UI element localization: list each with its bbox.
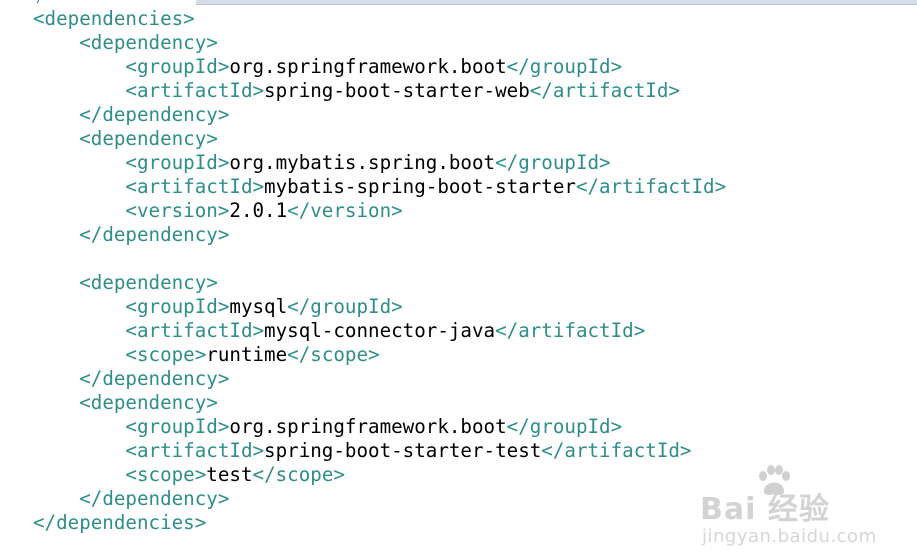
xml-tag: <artifactId> [125, 79, 265, 102]
xml-text-value: test [206, 463, 253, 486]
xml-tag: </scope> [252, 463, 345, 486]
code-line[interactable]: <groupId>org.springframework.boot</group… [33, 55, 726, 79]
xml-tag: <dependency> [79, 271, 218, 294]
xml-code-block[interactable]: <dependencies> <dependency> <groupId>org… [33, 7, 726, 535]
code-line[interactable]: </dependencies> [33, 511, 726, 535]
xml-tag: <dependency> [79, 127, 218, 150]
xml-tag: <dependencies> [33, 7, 195, 30]
xml-tag: </scope> [287, 343, 380, 366]
xml-text-value: org.springframework.boot [229, 55, 507, 78]
xml-text-value: mysql-connector-java [264, 319, 496, 342]
xml-tag: </dependency> [79, 223, 230, 246]
code-line[interactable]: <scope>runtime</scope> [33, 343, 726, 367]
xml-tag: </groupId> [287, 295, 403, 318]
xml-tag: <dependency> [79, 391, 218, 414]
xml-tag: </dependencies> [33, 511, 207, 534]
code-line[interactable]: <dependency> [33, 391, 726, 415]
code-line[interactable]: <groupId>org.springframework.boot</group… [33, 415, 726, 439]
xml-tag: </dependency> [79, 487, 230, 510]
code-line[interactable]: </dependency> [33, 103, 726, 127]
xml-tag: <artifactId> [125, 439, 265, 462]
xml-tag: <artifactId> [125, 319, 265, 342]
code-line[interactable]: <groupId>mysql</groupId> [33, 295, 726, 319]
xml-text-value: spring-boot-starter-test [264, 439, 542, 462]
xml-tag: </groupId> [506, 415, 623, 438]
watermark: Bai 经验 jingyan.baidu.com [700, 465, 876, 547]
xml-tag: </dependency> [79, 367, 230, 390]
xml-tag: <groupId> [125, 55, 230, 78]
code-line[interactable]: <version>2.0.1</version> [33, 199, 726, 223]
code-line[interactable]: <dependencies> [33, 7, 726, 31]
xml-tag: </artifactId> [529, 79, 680, 102]
code-line[interactable]: </dependency> [33, 223, 726, 247]
partial-tag-mark: / [36, 0, 44, 4]
xml-tag: </groupId> [506, 55, 623, 78]
xml-text-value: org.mybatis.spring.boot [229, 151, 496, 174]
code-line[interactable]: <groupId>org.mybatis.spring.boot</groupI… [33, 151, 726, 175]
code-line[interactable]: </dependency> [33, 367, 726, 391]
xml-text-value: mybatis-spring-boot-starter [264, 175, 576, 198]
code-line[interactable]: <scope>test</scope> [33, 463, 726, 487]
code-editor[interactable]: / <dependencies> <dependency> <groupId>o… [0, 0, 917, 558]
xml-text-value: runtime [206, 343, 288, 366]
xml-tag: <version> [125, 199, 230, 222]
code-line[interactable] [33, 247, 726, 271]
code-line[interactable]: </dependency> [33, 487, 726, 511]
code-line[interactable]: <artifactId>spring-boot-starter-web</art… [33, 79, 726, 103]
watermark-url: jingyan.baidu.com [702, 526, 877, 547]
xml-tag: <artifactId> [125, 175, 265, 198]
xml-tag: <dependency> [79, 31, 218, 54]
xml-text-value: spring-boot-starter-web [264, 79, 530, 102]
code-line[interactable]: <dependency> [33, 271, 726, 295]
xml-tag: <groupId> [125, 295, 230, 318]
code-line[interactable]: <artifactId>mysql-connector-java</artifa… [33, 319, 726, 343]
paw-icon [759, 465, 790, 495]
editor-top-strip [196, 0, 917, 5]
xml-tag: </artifactId> [541, 439, 692, 462]
code-line[interactable]: <artifactId>spring-boot-starter-test</ar… [33, 439, 726, 463]
xml-tag: <scope> [125, 343, 207, 366]
code-line[interactable]: <dependency> [33, 31, 726, 55]
xml-tag: </artifactId> [575, 175, 727, 198]
xml-tag: <scope> [125, 463, 207, 486]
xml-text-value: 2.0.1 [229, 199, 288, 222]
xml-tag: </version> [287, 199, 403, 222]
xml-text-value: org.springframework.boot [229, 415, 507, 438]
xml-tag: <groupId> [125, 415, 230, 438]
xml-tag: </artifactId> [495, 319, 646, 342]
code-line[interactable]: <dependency> [33, 127, 726, 151]
xml-tag: </groupId> [495, 151, 611, 174]
xml-tag: <groupId> [125, 151, 230, 174]
xml-tag: </dependency> [79, 103, 230, 126]
code-line[interactable]: <artifactId>mybatis-spring-boot-starter<… [33, 175, 726, 199]
xml-text-value: mysql [229, 295, 288, 318]
